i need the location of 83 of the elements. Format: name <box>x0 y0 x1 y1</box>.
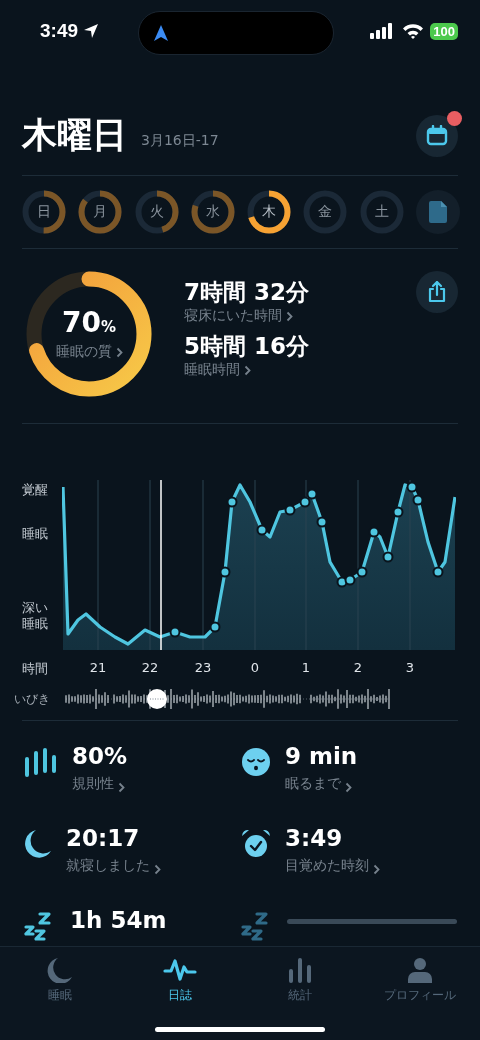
bar-chart-icon <box>287 957 313 983</box>
wifi-icon <box>402 23 425 39</box>
metric-value: 9 min <box>285 742 359 771</box>
data-point <box>392 506 404 518</box>
duration-link[interactable]: 睡眠時間 <box>184 361 310 379</box>
chevron-icon <box>345 781 352 793</box>
data-point <box>299 496 311 508</box>
data-point <box>344 574 356 586</box>
duration-link[interactable]: 寝床にいた時間 <box>184 307 310 325</box>
sleepy-face-icon <box>241 747 271 777</box>
data-point <box>209 621 221 633</box>
day-ring-button[interactable]: 月 <box>78 190 123 234</box>
data-point <box>368 526 380 538</box>
calendar-icon <box>426 124 448 147</box>
wave-icon <box>163 957 197 983</box>
metric-link[interactable]: 眠るまで <box>285 775 458 793</box>
battery-indicator: 100 <box>430 22 458 40</box>
share-icon <box>427 281 447 303</box>
share-button[interactable] <box>416 271 458 313</box>
playhead-handle[interactable] <box>147 689 167 709</box>
moon-icon <box>24 829 52 859</box>
metric-link[interactable]: 目覚めた時刻 <box>285 857 458 875</box>
chevron-icon <box>154 863 161 875</box>
x-axis-label: 21 <box>89 660 107 675</box>
person-icon <box>407 957 433 983</box>
date-range: 3月16日-17 <box>141 131 219 150</box>
data-point <box>316 516 328 528</box>
x-axis-label: 23 <box>194 660 212 675</box>
bars-icon <box>24 747 58 777</box>
metric-link[interactable]: 就寝しました <box>66 857 241 875</box>
day-ring-button[interactable]: 土 <box>359 190 404 234</box>
x-axis-label: 22 <box>141 660 159 675</box>
tab-button[interactable]: プロフィール <box>360 953 480 1008</box>
metric-value: 20:17 <box>66 824 141 853</box>
day-title: 木曜日 <box>22 114 127 157</box>
x-axis-label: 0 <box>250 660 260 675</box>
quality-link[interactable]: 睡眠の質 <box>55 343 123 361</box>
day-ring-button[interactable]: 水 <box>190 190 235 234</box>
data-point <box>284 504 296 516</box>
document-icon <box>427 200 448 224</box>
data-point <box>432 566 444 578</box>
chevron-icon <box>115 346 123 358</box>
data-point <box>356 566 368 578</box>
snore-label: いびき <box>13 690 51 708</box>
metric-value: 1h 54m <box>70 906 168 935</box>
x-axis-title: 時間 <box>22 660 48 678</box>
moon-icon <box>47 957 73 983</box>
x-axis-label: 3 <box>405 660 415 675</box>
location-arrow-icon <box>83 23 100 39</box>
quality-score: 70% <box>62 307 116 341</box>
x-axis-label: 2 <box>353 660 363 675</box>
data-point <box>382 551 394 563</box>
day-ring-button[interactable]: 木 <box>247 190 292 234</box>
tab-button[interactable]: 日誌 <box>120 953 240 1008</box>
duration-value: 5時間 16分 <box>184 332 310 361</box>
status-time: 3:49 <box>40 20 79 42</box>
tab-button[interactable]: 睡眠 <box>0 953 120 1008</box>
alarm-clock-icon <box>241 829 271 859</box>
data-point <box>226 496 238 508</box>
day-ring-button[interactable]: 日 <box>22 190 66 234</box>
report-button[interactable] <box>415 190 460 234</box>
duration-value: 7時間 32分 <box>184 278 310 307</box>
chevron-icon <box>373 863 380 875</box>
navigation-arrow-icon <box>154 25 168 41</box>
y-axis-label: 深い睡眠 <box>22 600 49 632</box>
data-point <box>406 481 418 493</box>
day-ring-button[interactable]: 金 <box>303 190 348 234</box>
chevron-icon <box>286 310 293 322</box>
metric-link[interactable]: 規則性 <box>72 775 241 793</box>
data-point <box>219 566 231 578</box>
data-point <box>169 626 181 638</box>
x-axis-label: 1 <box>301 660 311 675</box>
day-ring-button[interactable]: 火 <box>134 190 179 234</box>
chevron-icon <box>118 781 125 793</box>
data-point <box>256 524 268 536</box>
chevron-icon <box>244 364 251 376</box>
y-axis-label: 睡眠 <box>22 526 49 542</box>
metric-value: 3:49 <box>285 824 344 853</box>
y-axis-label: 覚醒 <box>22 482 49 498</box>
data-point <box>306 488 318 500</box>
data-point <box>412 494 424 506</box>
tab-button[interactable]: 統計 <box>240 953 360 1008</box>
metric-value: 80% <box>72 742 129 771</box>
